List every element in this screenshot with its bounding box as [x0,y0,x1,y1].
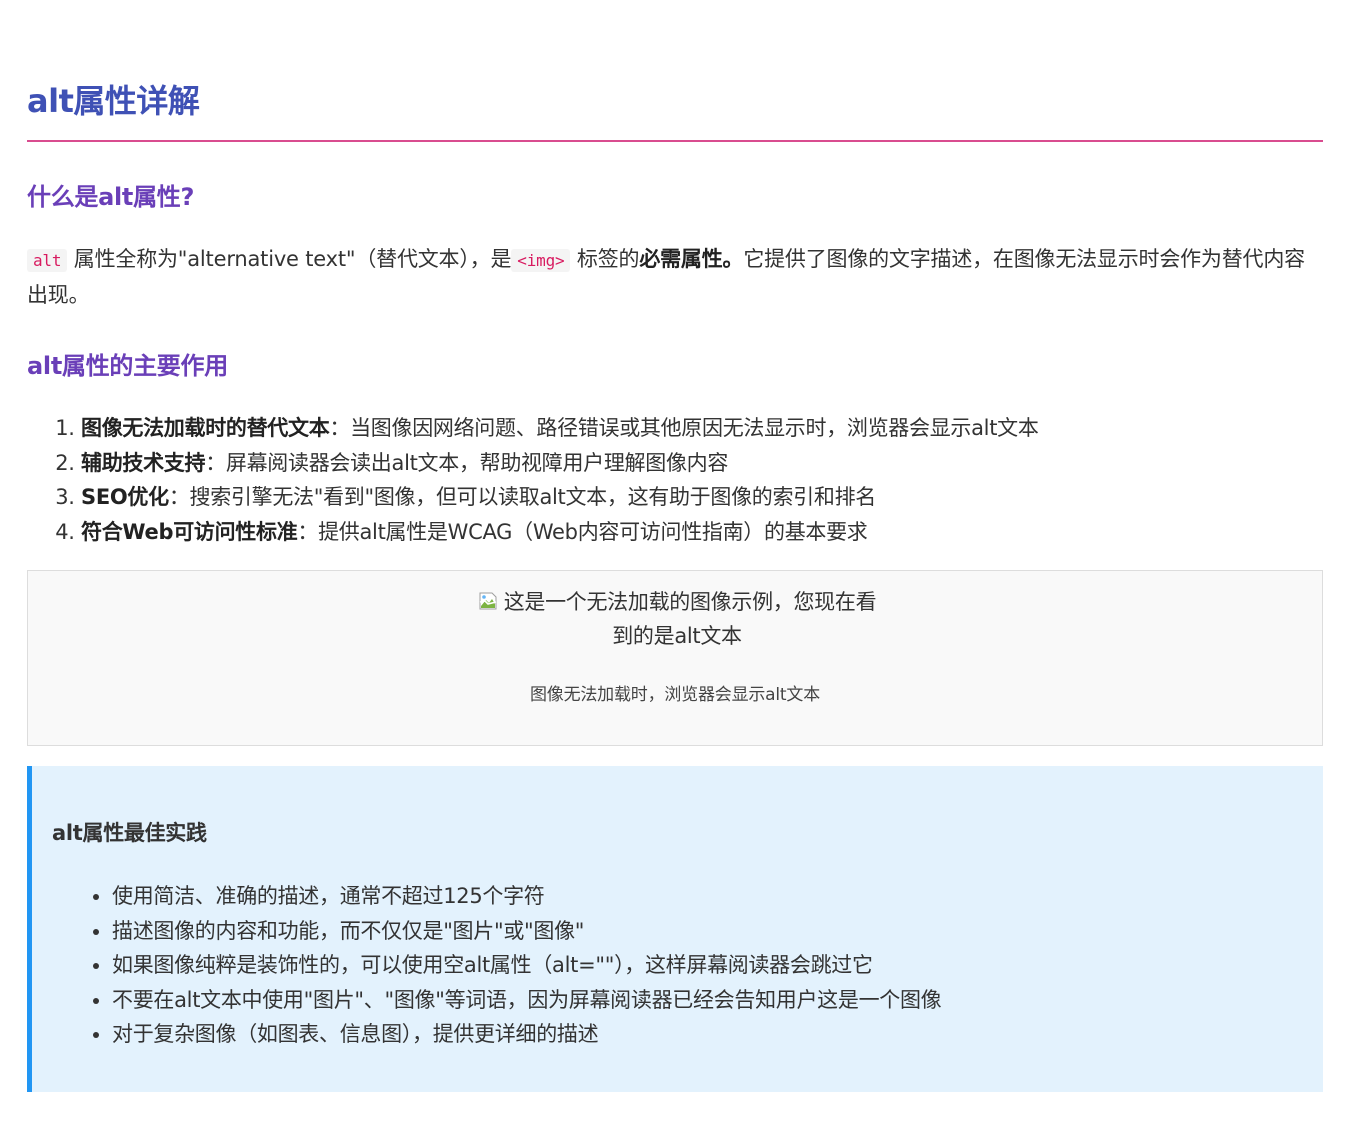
best-practices-title: alt属性最佳实践 [52,821,207,845]
list-item: 图像无法加载时的替代文本：当图像因网络问题、路径错误或其他原因无法显示时，浏览器… [81,411,1323,446]
list-item-bold: 符合Web可访问性标准 [81,519,298,544]
list-item-text: ：提供alt属性是WCAG（Web内容可访问性指南）的基本要求 [297,519,868,544]
list-item-text: ：屏幕阅读器会读出alt文本，帮助视障用户理解图像内容 [205,450,729,475]
intro-paragraph: alt 属性全称为"alternative text"（替代文本），是 <img>… [27,242,1323,313]
best-practices-box: alt属性最佳实践 使用简洁、准确的描述，通常不超过125个字符 描述图像的内容… [27,766,1323,1092]
page-title: alt属性详解 [27,82,200,120]
figure-caption: 图像无法加载时，浏览器会显示alt文本 [529,685,820,705]
list-item-text: ：搜索引擎无法"看到"图像，但可以读取alt文本，这有助于图像的索引和排名 [168,485,876,509]
list-item: 符合Web可访问性标准：提供alt属性是WCAG（Web内容可访问性指南）的基本… [81,515,1323,550]
list-item: 使用简洁、准确的描述，通常不超过125个字符 [112,879,1302,914]
list-item-bold: SEO优化 [81,485,169,509]
list-item: 辅助技术支持：屏幕阅读器会读出alt文本，帮助视障用户理解图像内容 [81,446,1323,481]
list-item: 描述图像的内容和功能，而不仅仅是"图片"或"图像" [112,914,1302,949]
section-title-what-is-alt: 什么是alt属性? [27,183,195,211]
list-item: 不要在alt文本中使用"图片"、"图像"等词语，因为屏幕阅读器已经会告知用户这是… [112,983,1302,1018]
alt-text: 这是一个无法加载的图像示例，您现在看到的是alt文本 [503,590,877,648]
code-alt: alt [27,249,68,272]
code-img: <img> [511,249,571,272]
intro-text-2: 标签的 [576,247,640,271]
title-divider [27,140,1323,142]
broken-image: 这是一个无法加载的图像示例，您现在看到的是alt文本 [472,585,882,653]
broken-image-icon [478,587,498,610]
best-practices-list: 使用简洁、准确的描述，通常不超过125个字符 描述图像的内容和功能，而不仅仅是"… [52,879,1302,1052]
list-item-bold: 图像无法加载时的替代文本 [81,416,330,440]
list-item: 如果图像纯粹是装饰性的，可以使用空alt属性（alt=""），这样屏幕阅读器会跳… [112,948,1302,983]
section-title-main-uses: alt属性的主要作用 [27,352,228,380]
broken-image-figure: 这是一个无法加载的图像示例，您现在看到的是alt文本 图像无法加载时，浏览器会显… [27,570,1323,746]
list-item-bold: 辅助技术支持 [81,450,206,475]
intro-text-1: 属性全称为"alternative text"（替代文本），是 [73,247,512,271]
uses-list: 图像无法加载时的替代文本：当图像因网络问题、路径错误或其他原因无法显示时，浏览器… [27,411,1323,549]
list-item: 对于复杂图像（如图表、信息图），提供更详细的描述 [112,1017,1302,1052]
list-item: SEO优化：搜索引擎无法"看到"图像，但可以读取alt文本，这有助于图像的索引和… [81,480,1323,515]
list-item-text: ：当图像因网络问题、路径错误或其他原因无法显示时，浏览器会显示alt文本 [329,416,1039,440]
intro-bold: 必需属性。 [639,247,744,271]
